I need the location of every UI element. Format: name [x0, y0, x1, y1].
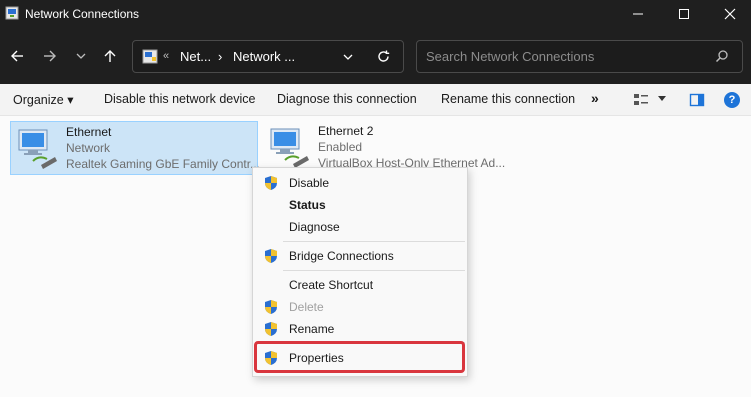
breadcrumb-separator[interactable]: ›	[218, 49, 222, 64]
minimize-icon	[633, 13, 643, 15]
connection-device: Realtek Gaming GbE Family Contr...	[66, 157, 261, 171]
close-button[interactable]	[707, 0, 751, 28]
refresh-icon[interactable]	[376, 49, 391, 64]
address-path-box[interactable]: « Net... › Network ...	[132, 40, 404, 73]
uac-shield-icon	[265, 300, 277, 314]
menu-separator	[283, 270, 465, 271]
menu-separator	[283, 241, 465, 242]
up-button[interactable]	[97, 42, 123, 70]
overflow-chevron[interactable]: «	[163, 50, 169, 62]
menu-item-label: Diagnose	[289, 220, 340, 234]
search-box[interactable]: Search Network Connections	[416, 40, 743, 73]
menu-item-label: Bridge Connections	[289, 249, 394, 263]
menu-item-label: Delete	[289, 300, 324, 314]
diagnose-connection-button[interactable]: Diagnose this connection	[277, 92, 417, 106]
network-folder-icon	[142, 49, 158, 64]
arrow-up-icon	[104, 50, 116, 62]
chevron-down-icon[interactable]	[341, 50, 355, 64]
chevron-down-icon	[76, 53, 86, 59]
menu-item-delete: Delete	[257, 296, 465, 318]
menu-item-label: Rename	[289, 322, 335, 336]
menu-item-disable[interactable]: Disable	[257, 172, 465, 194]
menu-item-rename[interactable]: Rename	[257, 318, 465, 340]
recent-locations-button[interactable]	[68, 42, 94, 70]
title-bar: Network Connections	[0, 0, 751, 28]
minimize-button[interactable]	[615, 0, 661, 28]
maximize-button[interactable]	[661, 0, 707, 28]
connection-item-ethernet[interactable]: Ethernet Network Realtek Gaming GbE Fami…	[10, 121, 261, 175]
preview-pane-icon[interactable]	[689, 92, 705, 108]
menu-item-label: Status	[289, 198, 326, 212]
breadcrumb-network-connections[interactable]: Network ...	[233, 49, 295, 64]
command-bar: Organize ▾ Disable this network device D…	[0, 84, 751, 116]
connection-name: Ethernet	[66, 125, 112, 139]
menu-item-label: Disable	[289, 176, 330, 190]
network-adapter-icon	[18, 129, 57, 169]
uac-shield-icon	[265, 249, 277, 263]
connection-status: Enabled	[318, 140, 363, 154]
network-adapter-icon	[270, 128, 309, 168]
view-options-icon[interactable]	[633, 92, 649, 108]
address-bar: « Net... › Network ... Search Network Co…	[0, 28, 751, 84]
more-commands-button[interactable]: »	[591, 90, 599, 106]
arrow-right-icon	[44, 50, 56, 62]
help-button[interactable]: ?	[724, 92, 740, 108]
menu-item-create-shortcut[interactable]: Create Shortcut	[257, 274, 465, 296]
disable-device-button[interactable]: Disable this network device	[104, 92, 255, 106]
window-title: Network Connections	[25, 7, 140, 21]
uac-shield-icon	[265, 176, 277, 190]
search-input[interactable]: Search Network Connections	[426, 49, 594, 64]
search-icon[interactable]	[715, 49, 729, 63]
organize-button[interactable]: Organize ▾	[13, 92, 73, 107]
maximize-icon	[679, 9, 689, 19]
uac-shield-icon	[265, 322, 277, 336]
menu-item-label: Create Shortcut	[289, 278, 374, 292]
network-connections-app-icon	[5, 6, 19, 20]
rename-connection-button[interactable]: Rename this connection	[441, 92, 575, 106]
view-dropdown-icon[interactable]	[657, 93, 667, 103]
close-icon	[724, 8, 736, 20]
connection-status: Network	[66, 141, 111, 155]
menu-item-bridge-connections[interactable]: Bridge Connections	[257, 245, 465, 267]
breadcrumb-network[interactable]: Net...	[180, 49, 211, 64]
forward-button[interactable]	[37, 42, 63, 70]
connection-name: Ethernet 2	[318, 124, 374, 138]
menu-item-diagnose[interactable]: Diagnose	[257, 216, 465, 238]
context-menu: Disable Status Diagnose Bridge Connectio…	[252, 167, 468, 377]
menu-item-status[interactable]: Status	[257, 194, 465, 216]
properties-highlight-box	[254, 341, 465, 373]
arrow-left-icon	[11, 50, 23, 62]
back-button[interactable]	[4, 42, 30, 70]
